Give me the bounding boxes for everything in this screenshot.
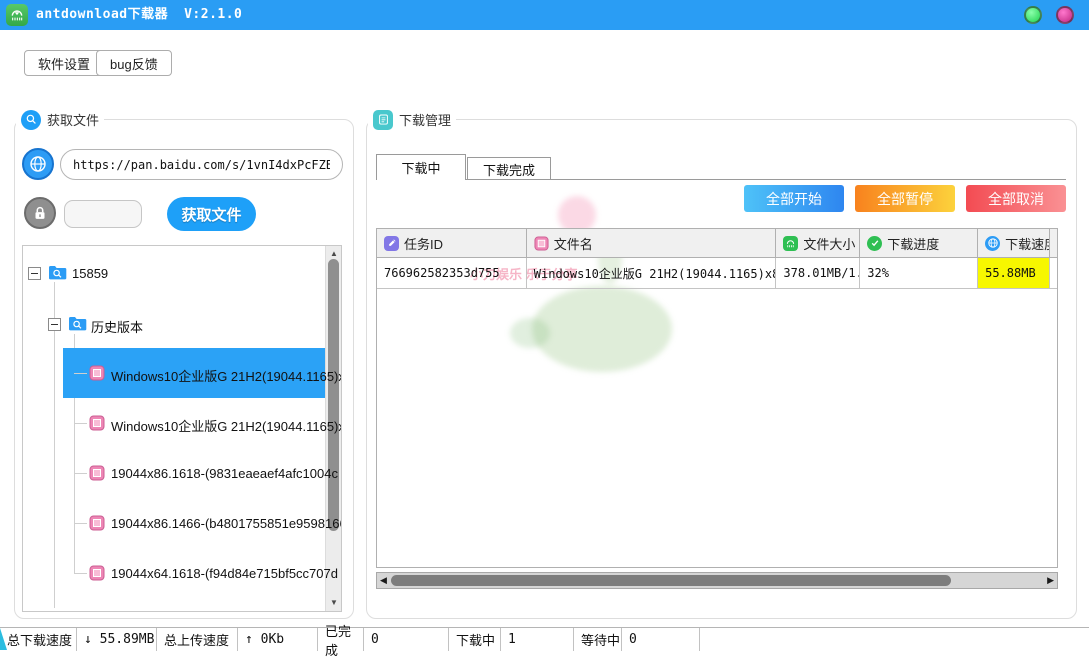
column-label: 任务ID [404, 234, 443, 253]
status-completed-label: 已完成 [318, 628, 364, 651]
app-name: antdownload下载器 [36, 7, 168, 22]
fetch-file-legend-label: 获取文件 [47, 110, 99, 129]
lock-icon [24, 197, 56, 229]
titlebar: antdownload下载器 V:2.1.0 [0, 0, 1089, 30]
close-button[interactable] [1056, 6, 1074, 24]
file-icon [534, 236, 549, 251]
pause-all-button[interactable]: 全部暂停 [855, 185, 955, 212]
folder-search-icon [68, 316, 87, 331]
status-downloading-value: 1 [501, 628, 574, 651]
cell-filename: Windows10企业版G 21H2(19044.1165)x86.W [527, 258, 777, 288]
table-hscrollbar-thumb[interactable] [391, 575, 951, 586]
minimize-button[interactable] [1024, 6, 1042, 24]
scroll-left-arrow-icon[interactable]: ◀ [380, 575, 387, 586]
column-header-filename[interactable]: 文件名 [527, 229, 777, 257]
tree-expander-folder[interactable] [48, 318, 61, 331]
status-total-download-label: 总下载速度 [0, 628, 77, 651]
tree-item-file[interactable]: 19044x86.1466-(b4801755851e9598166 [111, 516, 342, 531]
app-version: V:2.1.0 [184, 7, 242, 22]
status-bar: 总下载速度 ↓ 55.89MB 总上传速度 ↑ 0Kb 已完成 0 下载中 1 … [0, 627, 1089, 651]
status-spacer [700, 628, 1089, 651]
tree-connector-line [74, 473, 87, 474]
globe-icon [985, 236, 1000, 251]
tree-item-file[interactable]: 19044x86.1618-(9831eaeaef4afc1004c [111, 466, 338, 481]
status-completed-value: 0 [364, 628, 449, 651]
download-manager-legend: 下载管理 [368, 109, 456, 130]
file-icon [89, 365, 105, 381]
column-label: 下载进度 [887, 234, 939, 253]
clipboard-icon [373, 110, 393, 130]
cell-spacer [1050, 258, 1057, 288]
tab-downloading[interactable]: 下载中 [376, 154, 466, 180]
tree-connector-line [74, 373, 87, 374]
status-waiting-label: 等待中 [574, 628, 622, 651]
download-manager-legend-label: 下载管理 [399, 110, 451, 129]
ant-icon [783, 236, 798, 251]
status-total-upload-label: 总上传速度 [157, 628, 238, 651]
bug-feedback-button[interactable]: bug反馈 [96, 50, 172, 76]
settings-button[interactable]: 软件设置 [24, 50, 104, 76]
column-label: 文件大小 [803, 234, 855, 253]
column-header-task-id[interactable]: 任务ID [377, 229, 527, 257]
download-table: 任务ID 文件名 文件大小 下载进度 下载速度 [376, 228, 1058, 568]
table-hscrollbar-track[interactable]: ◀ ▶ [376, 572, 1058, 589]
file-tree: 15859 历史版本 Windows10企业版G 21H2(19044.1165… [22, 245, 342, 612]
tree-connector-line [74, 423, 87, 424]
cell-task-id: 766962582353d755 [377, 258, 527, 288]
status-total-download-value: ↓ 55.89MB [77, 628, 157, 651]
column-label: 下载速度 [1005, 234, 1050, 253]
scroll-down-arrow-icon[interactable]: ▼ [328, 598, 340, 607]
tree-connector-line [74, 573, 87, 574]
tree-item-file[interactable]: 19044x64.1618-(f94d84e715bf5cc707d [111, 566, 338, 581]
scroll-up-arrow-icon[interactable]: ▲ [328, 249, 340, 258]
extraction-code-input[interactable] [64, 200, 142, 228]
check-icon [867, 236, 882, 251]
column-header-spacer [1050, 229, 1057, 257]
table-header-row: 任务ID 文件名 文件大小 下载进度 下载速度 [377, 229, 1057, 258]
cell-speed: 55.88MB [978, 258, 1050, 288]
share-url-input[interactable] [60, 149, 343, 180]
start-all-button[interactable]: 全部开始 [744, 185, 844, 212]
tab-completed[interactable]: 下载完成 [467, 157, 551, 180]
tree-item-file[interactable]: Windows10企业版G 21H2(19044.1165)x [111, 416, 342, 435]
file-icon [89, 465, 105, 481]
status-waiting-value: 0 [622, 628, 700, 651]
file-icon [89, 565, 105, 581]
download-row[interactable]: 766962582353d755 Windows10企业版G 21H2(1904… [377, 258, 1057, 289]
tree-item-folder[interactable]: 历史版本 [91, 317, 143, 336]
folder-search-icon [48, 265, 67, 280]
cancel-all-button[interactable]: 全部取消 [966, 185, 1066, 212]
edit-icon [384, 236, 399, 251]
window-title: antdownload下载器 V:2.1.0 [36, 0, 242, 30]
column-header-filesize[interactable]: 文件大小 [776, 229, 860, 257]
tree-connector-line [74, 523, 87, 524]
column-header-progress[interactable]: 下载进度 [860, 229, 978, 257]
column-header-speed[interactable]: 下载速度 [978, 229, 1050, 257]
tree-scrollbar-thumb[interactable] [328, 259, 339, 531]
fetch-file-button[interactable]: 获取文件 [167, 197, 256, 231]
search-icon [21, 110, 41, 130]
app-logo-icon [6, 4, 28, 26]
status-downloading-label: 下载中 [449, 628, 501, 651]
fetch-file-legend: 获取文件 [16, 109, 104, 130]
cell-filesize: 378.01MB/1.14 [776, 258, 860, 288]
tree-item-file[interactable]: Windows10企业版G 21H2(19044.1165)x [111, 366, 342, 385]
file-icon [89, 515, 105, 531]
file-icon [89, 415, 105, 431]
globe-icon [22, 148, 54, 180]
tree-expander-root[interactable] [28, 267, 41, 280]
status-total-upload-value: ↑ 0Kb [238, 628, 318, 651]
tab-strip-divider [376, 179, 1066, 180]
tree-item-root[interactable]: 15859 [72, 266, 108, 281]
column-label: 文件名 [554, 234, 593, 253]
cell-progress: 32% [860, 258, 978, 288]
scroll-right-arrow-icon[interactable]: ▶ [1047, 575, 1054, 586]
